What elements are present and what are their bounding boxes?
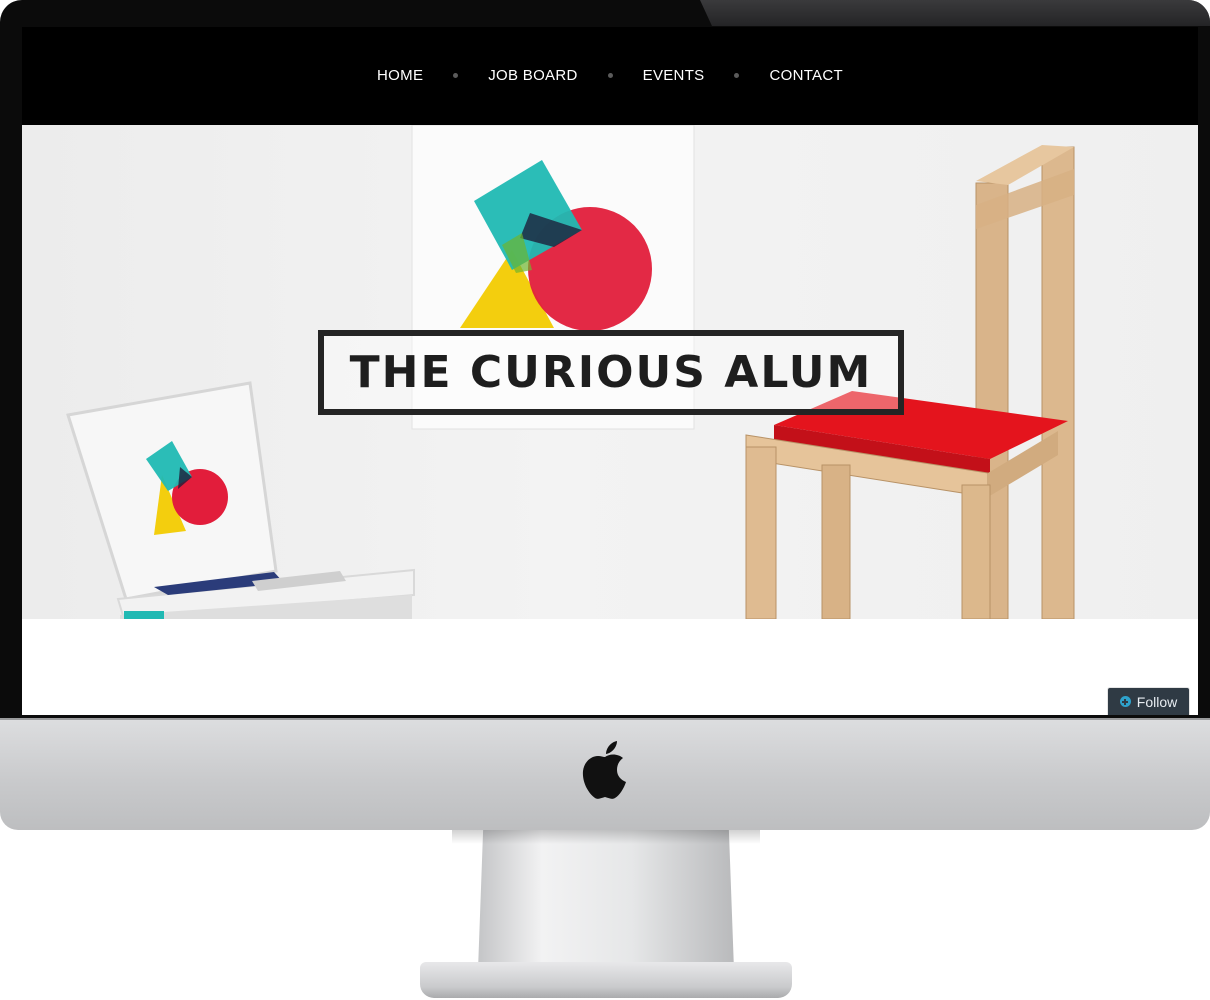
monitor-stand-neck bbox=[478, 830, 734, 970]
nav-separator-dot bbox=[453, 72, 459, 78]
plus-circle-icon bbox=[1119, 696, 1131, 707]
follow-label: Follow bbox=[1136, 693, 1178, 710]
website-screen: HOME JOB BOARD EVENTS CONTACT THE CURIOU… bbox=[22, 27, 1198, 715]
nav-item-job-board[interactable]: JOB BOARD bbox=[488, 67, 577, 84]
apple-logo-icon bbox=[582, 741, 626, 799]
bezel-glare bbox=[700, 0, 1210, 26]
nav-menu: HOME JOB BOARD EVENTS CONTACT bbox=[377, 67, 843, 84]
miniature-laptop bbox=[66, 381, 415, 619]
stand-shadow bbox=[452, 830, 760, 844]
nav-separator-dot bbox=[734, 72, 740, 78]
nav-item-events[interactable]: EVENTS bbox=[643, 67, 705, 84]
monitor-stand-base bbox=[420, 962, 792, 998]
site-title: THE CURIOUS ALUM bbox=[349, 347, 873, 398]
site-title-frame: THE CURIOUS ALUM bbox=[318, 330, 904, 415]
follow-button[interactable]: Follow bbox=[1108, 688, 1189, 715]
nav-item-home[interactable]: HOME bbox=[377, 67, 423, 84]
nav-separator-dot bbox=[607, 72, 613, 78]
nav-item-contact[interactable]: CONTACT bbox=[769, 67, 842, 84]
hero-banner[interactable]: THE CURIOUS ALUM bbox=[22, 125, 1198, 619]
site-navigation: HOME JOB BOARD EVENTS CONTACT bbox=[22, 27, 1198, 125]
